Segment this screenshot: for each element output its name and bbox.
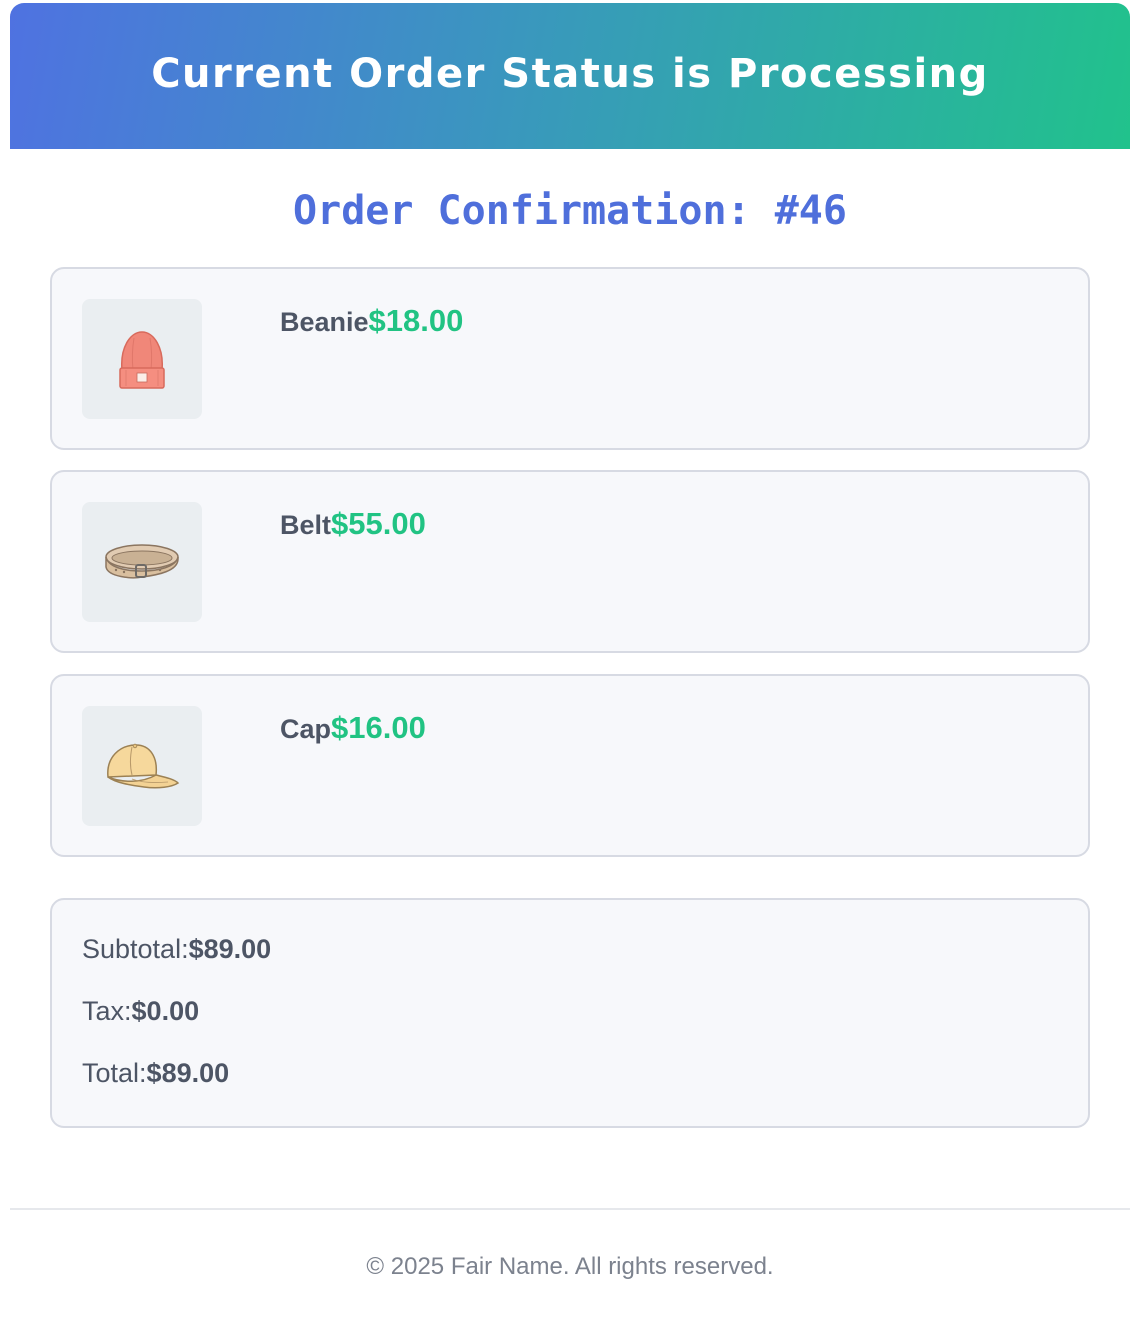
status-title: Current Order Status is Processing: [151, 51, 989, 97]
total-value: $89.00: [146, 1058, 230, 1088]
footer-divider: [10, 1208, 1130, 1210]
item-price: $55.00: [331, 506, 426, 541]
tax-row: Tax:$0.00: [82, 996, 199, 1027]
item-info: Cap$16.00: [280, 710, 426, 746]
item-thumbnail: [82, 706, 202, 826]
order-summary: Subtotal:$89.00 Tax:$0.00 Total:$89.00: [50, 898, 1090, 1128]
order-item-card: Beanie$18.00: [50, 267, 1090, 450]
status-banner: Current Order Status is Processing: [10, 3, 1130, 149]
order-item-card: Belt$55.00: [50, 470, 1090, 653]
item-info: Belt$55.00: [280, 506, 426, 542]
item-thumbnail: [82, 299, 202, 419]
total-label: Total:: [82, 1058, 147, 1088]
belt-icon: [105, 544, 179, 579]
order-item-card: Cap$16.00: [50, 674, 1090, 857]
footer-copyright: © 2025 Fair Name. All rights reserved.: [366, 1253, 774, 1280]
item-price: $16.00: [331, 710, 426, 745]
tax-value: $0.00: [131, 996, 200, 1026]
subtotal-label: Subtotal:: [82, 934, 189, 964]
total-row: Total:$89.00: [82, 1058, 229, 1089]
subtotal-row: Subtotal:$89.00: [82, 934, 271, 965]
item-name: Cap: [280, 714, 332, 744]
cap-icon: [107, 743, 180, 789]
beanie-icon: [119, 331, 165, 389]
item-price: $18.00: [368, 303, 464, 338]
item-info: Beanie$18.00: [280, 303, 463, 339]
item-thumbnail: [82, 502, 202, 622]
subtotal-value: $89.00: [188, 934, 272, 964]
tax-label: Tax:: [82, 996, 132, 1026]
order-confirmation-title: Order Confirmation: #46: [293, 188, 847, 234]
item-name: Belt: [280, 510, 332, 540]
item-name: Beanie: [280, 307, 369, 337]
